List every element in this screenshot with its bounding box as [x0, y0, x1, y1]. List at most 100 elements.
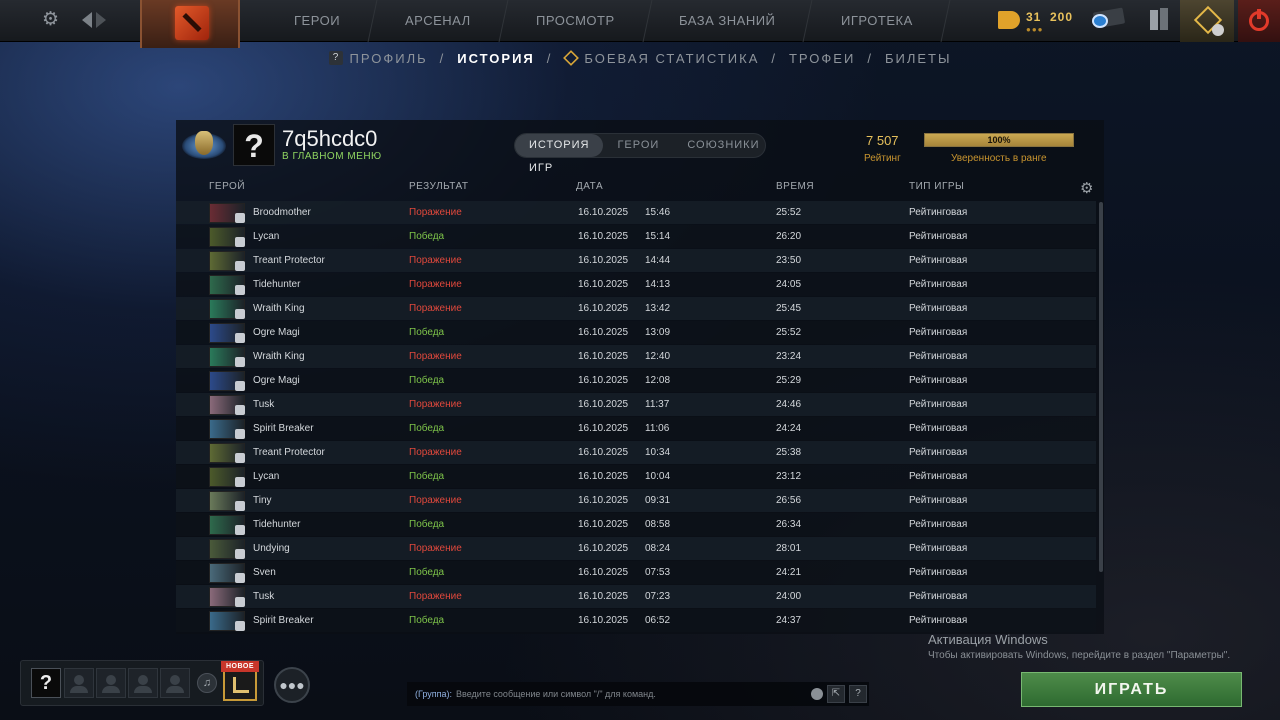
- table-row[interactable]: Wraith King Поражение 16.10.2025 12:40 23:24…: [176, 345, 1096, 368]
- armory-icon[interactable]: [1140, 0, 1180, 42]
- header-duration[interactable]: ВРЕМЯ: [776, 181, 814, 192]
- match-duration: 26:20: [776, 231, 802, 242]
- nav-armory[interactable]: АРСЕНАЛ: [368, 0, 509, 42]
- game-type: Рейтинговая: [909, 495, 968, 506]
- chat-expand-icon[interactable]: ⇱: [827, 685, 845, 703]
- rank-medal-icon[interactable]: [182, 123, 226, 169]
- position-badge-icon: [235, 477, 245, 487]
- match-start-time: 08:24: [645, 543, 671, 554]
- hero-portrait: [209, 323, 245, 343]
- subnav-trophies[interactable]: ТРОФЕИ: [783, 51, 861, 66]
- match-start-time: 11:06: [645, 423, 670, 434]
- dota-plus-badge-icon: [563, 50, 580, 66]
- subnav-tickets[interactable]: БИЛЕТЫ: [879, 51, 958, 66]
- chat-input-bar[interactable]: (Группа): Введите сообщение или символ "/…: [407, 682, 869, 706]
- match-duration: 24:05: [776, 279, 802, 290]
- table-row[interactable]: Spirit Breaker Победа 16.10.2025 11:06 24:24…: [176, 417, 1096, 440]
- header-game-type[interactable]: ТИП ИГРЫ: [909, 181, 964, 192]
- table-row[interactable]: Tidehunter Поражение 16.10.2025 14:13 24:05 Р…: [176, 273, 1096, 296]
- hero-name: Wraith King: [253, 303, 305, 314]
- position-badge-icon: [235, 333, 245, 343]
- position-badge-icon: [235, 405, 245, 415]
- emoji-icon[interactable]: [811, 688, 823, 700]
- nav-arcade[interactable]: ИГРОТЕКА: [804, 0, 950, 42]
- navigation-arrows[interactable]: [80, 10, 110, 30]
- table-row[interactable]: Sven Победа 16.10.2025 07:53 24:21 Рейтингова…: [176, 561, 1096, 584]
- chat-channel[interactable]: (Группа):: [415, 689, 452, 699]
- avatar[interactable]: ?: [233, 124, 275, 166]
- currency-display[interactable]: 31 200 ●●●: [998, 8, 1080, 34]
- forward-arrow-icon[interactable]: [96, 12, 106, 28]
- tab-match-history[interactable]: ИСТОРИЯ ИГР: [515, 134, 604, 174]
- table-row[interactable]: Lycan Победа 16.10.2025 15:14 26:20 Рейтингов…: [176, 225, 1096, 248]
- table-row[interactable]: Spirit Breaker Победа 16.10.2025 06:52 24:37…: [176, 609, 1096, 632]
- play-button[interactable]: ИГРАТЬ: [1021, 672, 1242, 707]
- game-type: Рейтинговая: [909, 615, 968, 626]
- party-slot-empty[interactable]: [160, 668, 190, 698]
- subnav-profile[interactable]: ? ПРОФИЛЬ: [323, 51, 434, 66]
- back-arrow-icon[interactable]: [82, 12, 92, 28]
- friends-button[interactable]: ●●●: [274, 667, 310, 703]
- table-scrollbar[interactable]: [1099, 202, 1103, 572]
- match-date: 16.10.2025: [578, 375, 629, 386]
- table-row[interactable]: Tusk Поражение 16.10.2025 07:23 24:00 Рейтинг…: [176, 585, 1096, 608]
- match-start-time: 15:14: [645, 231, 671, 242]
- match-result: Поражение: [409, 303, 462, 314]
- tab-heroes[interactable]: ГЕРОИ: [603, 134, 673, 157]
- table-row[interactable]: Treant Protector Поражение 16.10.2025 14:44…: [176, 249, 1096, 272]
- new-item-button[interactable]: [223, 667, 257, 701]
- table-settings-gear-icon[interactable]: ⚙: [1080, 179, 1094, 197]
- voice-chat-icon[interactable]: ♫: [197, 673, 217, 693]
- header-date[interactable]: ДАТА: [576, 181, 603, 192]
- nav-learn[interactable]: БАЗА ЗНАНИЙ: [642, 0, 814, 42]
- dota-plus-icon[interactable]: [1180, 0, 1234, 42]
- rating-value: 7 507: [866, 133, 899, 148]
- hero-portrait: [209, 563, 245, 583]
- party-slot-empty[interactable]: [128, 668, 158, 698]
- party-slot-empty[interactable]: [64, 668, 94, 698]
- dota-logo-button[interactable]: [140, 0, 240, 48]
- power-icon[interactable]: [1238, 0, 1280, 42]
- header-hero[interactable]: ГЕРОЙ: [209, 181, 245, 192]
- shards-icon: [998, 11, 1020, 29]
- nav-heroes[interactable]: ГЕРОИ: [257, 0, 378, 42]
- table-row[interactable]: Tidehunter Победа 16.10.2025 08:58 26:34 Рейт…: [176, 513, 1096, 536]
- chat-icon[interactable]: [1090, 0, 1130, 42]
- match-result: Поражение: [409, 495, 462, 506]
- table-row[interactable]: Broodmother Поражение 16.10.2025 15:46 25:52…: [176, 201, 1096, 224]
- tab-allies[interactable]: СОЮЗНИКИ: [673, 134, 773, 157]
- match-duration: 25:52: [776, 327, 802, 338]
- battlepass-icon: [233, 677, 249, 693]
- table-row[interactable]: Wraith King Поражение 16.10.2025 13:42 25:45…: [176, 297, 1096, 320]
- player-header: ? 7q5hcdc0 В ГЛАВНОМ МЕНЮ ИСТОРИЯ ИГР ГЕ…: [176, 120, 1104, 174]
- table-row[interactable]: Tusk Поражение 16.10.2025 11:37 24:46 Рейтинг…: [176, 393, 1096, 416]
- position-badge-icon: [235, 213, 245, 223]
- table-row[interactable]: Ogre Magi Победа 16.10.2025 12:08 25:29 Рейти…: [176, 369, 1096, 392]
- party-slot-self[interactable]: ?: [31, 668, 61, 698]
- game-type: Рейтинговая: [909, 423, 968, 434]
- subnav-history[interactable]: ИСТОРИЯ: [451, 51, 541, 66]
- subnav-battle-stats[interactable]: БОЕВАЯ СТАТИСТИКА: [558, 50, 765, 66]
- activation-title: Активация Windows: [928, 632, 1048, 647]
- match-date: 16.10.2025: [578, 303, 629, 314]
- position-badge-icon: [235, 285, 245, 295]
- table-row[interactable]: Tiny Поражение 16.10.2025 09:31 26:56 Рейтинг…: [176, 489, 1096, 512]
- settings-gear-icon[interactable]: ⚙: [42, 10, 62, 30]
- hero-name: Treant Protector: [253, 255, 325, 266]
- match-date: 16.10.2025: [578, 591, 629, 602]
- table-header: ГЕРОЙ РЕЗУЛЬТАТ ДАТА ВРЕМЯ ТИП ИГРЫ ⚙: [176, 178, 1104, 198]
- table-row[interactable]: Treant Protector Поражение 16.10.2025 10:34…: [176, 441, 1096, 464]
- party-slot-empty[interactable]: [96, 668, 126, 698]
- table-row[interactable]: Undying Поражение 16.10.2025 08:24 28:01 Рейт…: [176, 537, 1096, 560]
- table-row[interactable]: Ogre Magi Победа 16.10.2025 13:09 25:52 Рейти…: [176, 321, 1096, 344]
- header-result[interactable]: РЕЗУЛЬТАТ: [409, 181, 468, 192]
- hero-portrait: [209, 491, 245, 511]
- hero-name: Spirit Breaker: [253, 615, 314, 626]
- match-date: 16.10.2025: [578, 231, 629, 242]
- chat-help-icon[interactable]: ?: [849, 685, 867, 703]
- table-row[interactable]: Lycan Победа 16.10.2025 10:04 23:12 Рейтингов…: [176, 465, 1096, 488]
- nav-watch[interactable]: ПРОСМОТР: [499, 0, 652, 42]
- match-duration: 23:50: [776, 255, 802, 266]
- new-badge: НОВОЕ: [221, 661, 259, 672]
- match-duration: 25:29: [776, 375, 802, 386]
